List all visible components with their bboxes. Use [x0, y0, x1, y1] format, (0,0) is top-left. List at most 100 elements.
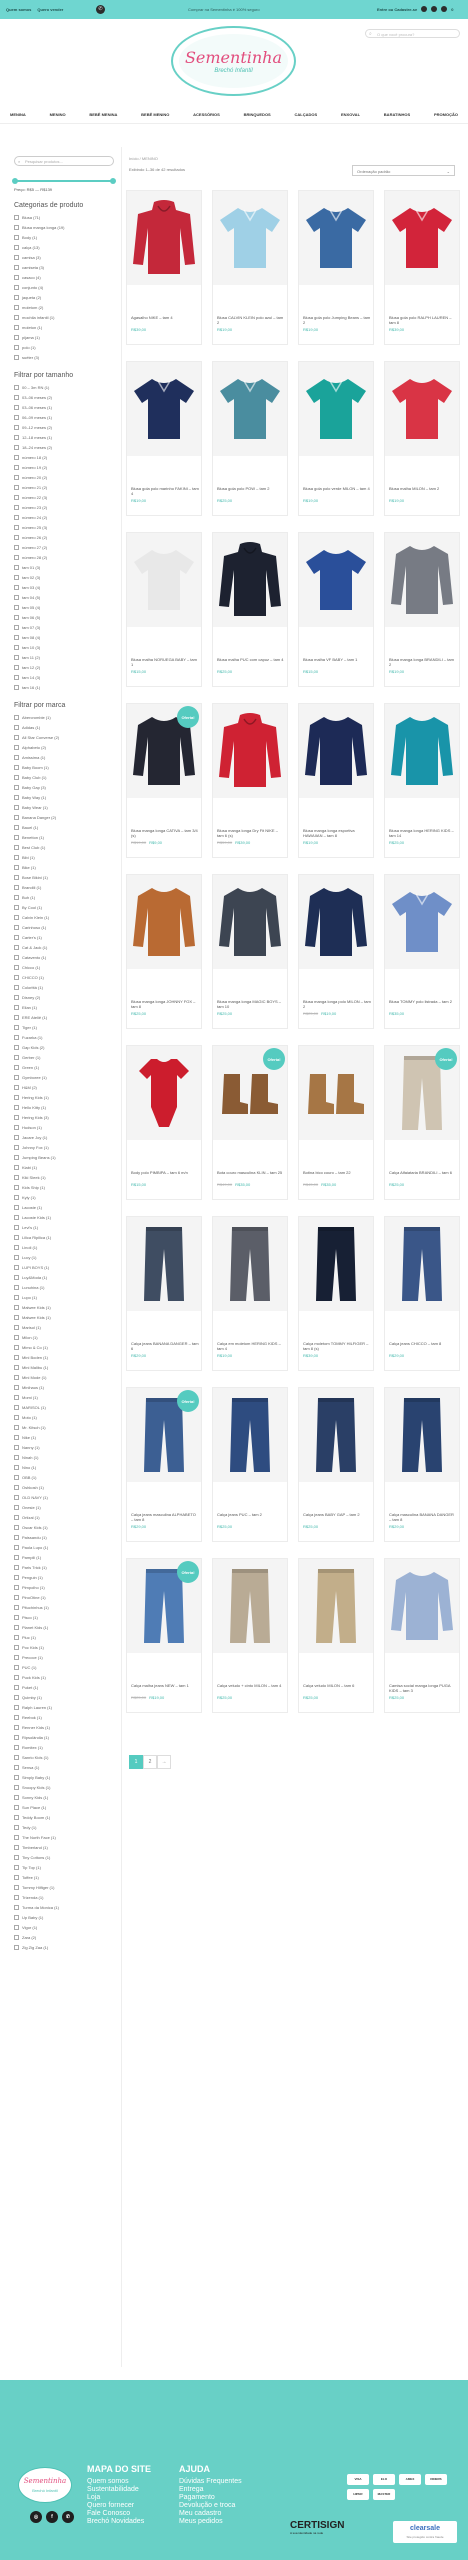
category-filter-item[interactable]: moletom (2): [14, 302, 114, 312]
brand-filter-item[interactable]: Zara (2): [14, 1932, 114, 1942]
checkbox[interactable]: [14, 654, 19, 660]
checkbox[interactable]: [14, 1894, 19, 1900]
product-name[interactable]: Blusa manga longa polo MILON – tam 2: [303, 999, 371, 1009]
product-name[interactable]: Blusa manga longa JOHNNY FOX – tam 8: [131, 999, 199, 1009]
checkbox[interactable]: [14, 1654, 19, 1660]
account-link[interactable]: Entre ou Cadastre-se: [377, 7, 417, 12]
brand-filter-item[interactable]: Gerber (1): [14, 1052, 114, 1062]
brand-filter-item[interactable]: Zig Zig Zaa (1): [14, 1942, 114, 1952]
checkbox[interactable]: [14, 1184, 19, 1190]
size-filter-item[interactable]: tam 06 (5): [14, 612, 114, 622]
help-link[interactable]: Meu cadastro: [179, 2510, 242, 2518]
product-image[interactable]: [385, 704, 459, 798]
brand-filter-item[interactable]: Planet Kids (1): [14, 1622, 114, 1632]
category-filter-item[interactable]: Body (1): [14, 232, 114, 242]
checkbox[interactable]: [14, 804, 19, 810]
brand-filter-item[interactable]: Moto (1): [14, 1412, 114, 1422]
checkbox[interactable]: [14, 1484, 19, 1490]
checkbox[interactable]: [14, 1194, 19, 1200]
help-link[interactable]: Entrega: [179, 2486, 242, 2494]
checkbox[interactable]: [14, 1464, 19, 1470]
brand-filter-item[interactable]: Bose Bikini (1): [14, 872, 114, 882]
brand-filter-item[interactable]: Minihaus (1): [14, 1382, 114, 1392]
brand-filter-item[interactable]: Baby Boom (1): [14, 762, 114, 772]
brand-filter-item[interactable]: OBB (1): [14, 1472, 114, 1482]
checkbox[interactable]: [14, 1074, 19, 1080]
checkbox[interactable]: [14, 1614, 19, 1620]
product-image[interactable]: [299, 533, 373, 627]
checkbox[interactable]: [14, 904, 19, 910]
checkbox[interactable]: [14, 924, 19, 930]
checkbox[interactable]: [14, 1174, 19, 1180]
heart-icon[interactable]: [431, 6, 438, 12]
brand-filter-item[interactable]: Hudson (1): [14, 1122, 114, 1132]
checkbox[interactable]: [14, 294, 19, 300]
checkbox[interactable]: [14, 424, 19, 430]
brand-filter-item[interactable]: Hering Kids (3): [14, 1112, 114, 1122]
about-link[interactable]: Quem somos: [6, 7, 31, 12]
page-2[interactable]: 2: [143, 1755, 157, 1769]
checkbox[interactable]: [14, 1274, 19, 1280]
brand-filter-item[interactable]: Brandili (1): [14, 882, 114, 892]
checkbox[interactable]: [14, 1324, 19, 1330]
product-image[interactable]: [127, 875, 201, 969]
checkbox[interactable]: [14, 1644, 19, 1650]
checkbox[interactable]: [14, 234, 19, 240]
brand-filter-item[interactable]: Romitex (1): [14, 1742, 114, 1752]
checkbox[interactable]: [14, 1114, 19, 1120]
product-name[interactable]: Blusa manga longa BRANDILI – tam 2: [389, 657, 457, 667]
size-filter-item[interactable]: número 21 (2): [14, 482, 114, 492]
product-image[interactable]: [299, 1559, 373, 1653]
size-filter-item[interactable]: tam 03 (4): [14, 582, 114, 592]
brand-filter-item[interactable]: Lucy (1): [14, 1252, 114, 1262]
help-link[interactable]: Devolução e troca: [179, 2502, 242, 2510]
product-name[interactable]: Blusa gola polo POW – tam 2: [217, 486, 285, 491]
checkbox[interactable]: [14, 1024, 19, 1030]
size-filter-item[interactable]: tam 08 (4): [14, 632, 114, 642]
nav-calcados[interactable]: CALÇADOS: [295, 112, 318, 123]
checkbox[interactable]: [14, 744, 19, 750]
brand-filter-item[interactable]: Nino (1): [14, 1462, 114, 1472]
category-filter-item[interactable]: jaqueta (2): [14, 292, 114, 302]
checkbox[interactable]: [14, 624, 19, 630]
size-filter-item[interactable]: tam 10 (3): [14, 642, 114, 652]
brand-filter-item[interactable]: Abercrombie (1): [14, 712, 114, 722]
brand-filter-item[interactable]: Bike (1): [14, 862, 114, 872]
checkbox[interactable]: [14, 1534, 19, 1540]
brand-filter-item[interactable]: Up Baby (1): [14, 1912, 114, 1922]
checkbox[interactable]: [14, 764, 19, 770]
size-filter-item[interactable]: número 26 (2): [14, 532, 114, 542]
checkbox[interactable]: [14, 1044, 19, 1050]
brand-filter-item[interactable]: Luy&Moda (1): [14, 1272, 114, 1282]
checkbox[interactable]: [14, 1804, 19, 1810]
product-name[interactable]: Calça Alfaiataria BRANDILI – tam 6: [389, 1170, 457, 1175]
checkbox[interactable]: [14, 1584, 19, 1590]
product-name[interactable]: Blusa TOMMY polo listrada – tam 2: [389, 999, 457, 1004]
product-name[interactable]: Blusa manga longa CATIVA – tam 3/4 (s): [131, 828, 199, 838]
brand-filter-item[interactable]: Sun Place (1): [14, 1802, 114, 1812]
checkbox[interactable]: [14, 1564, 19, 1570]
checkbox[interactable]: [14, 404, 19, 410]
nav-bebe-menina[interactable]: BEBÊ MENINA: [89, 112, 117, 123]
brand-filter-item[interactable]: Onesie (1): [14, 1502, 114, 1512]
brand-filter-item[interactable]: Pituchinhus (1): [14, 1602, 114, 1612]
product-image[interactable]: [385, 1559, 459, 1653]
brand-filter-item[interactable]: Tip Top (1): [14, 1862, 114, 1872]
product-name[interactable]: Blusa manga longa esportiva HAWAIIAN – t…: [303, 828, 371, 838]
checkbox[interactable]: [14, 1364, 19, 1370]
brand-filter-item[interactable]: Teddy Boom (1): [14, 1812, 114, 1822]
product-name[interactable]: Bota couro masculina KLIN – tam 25: [217, 1170, 285, 1175]
checkbox[interactable]: [14, 1524, 19, 1530]
product-name[interactable]: Blusa manga longa HERING KIDS – tam 14: [389, 828, 457, 838]
product-image[interactable]: [299, 875, 373, 969]
brand-filter-item[interactable]: Best Club (1): [14, 842, 114, 852]
checkbox[interactable]: [14, 954, 19, 960]
product-image[interactable]: [299, 1046, 373, 1140]
product-image[interactable]: [213, 875, 287, 969]
sell-link[interactable]: Quero vender: [37, 7, 63, 12]
product-card[interactable]: Blusa CALVIN KLEIN polo azul – tam 2 R$19…: [212, 190, 288, 345]
brand-filter-item[interactable]: Turma da Monica (1): [14, 1902, 114, 1912]
brand-filter-item[interactable]: Catavento (1): [14, 952, 114, 962]
sitemap-link[interactable]: Sustentabilidade: [87, 2486, 151, 2494]
brand-filter-item[interactable]: Kids Ship (1): [14, 1182, 114, 1192]
